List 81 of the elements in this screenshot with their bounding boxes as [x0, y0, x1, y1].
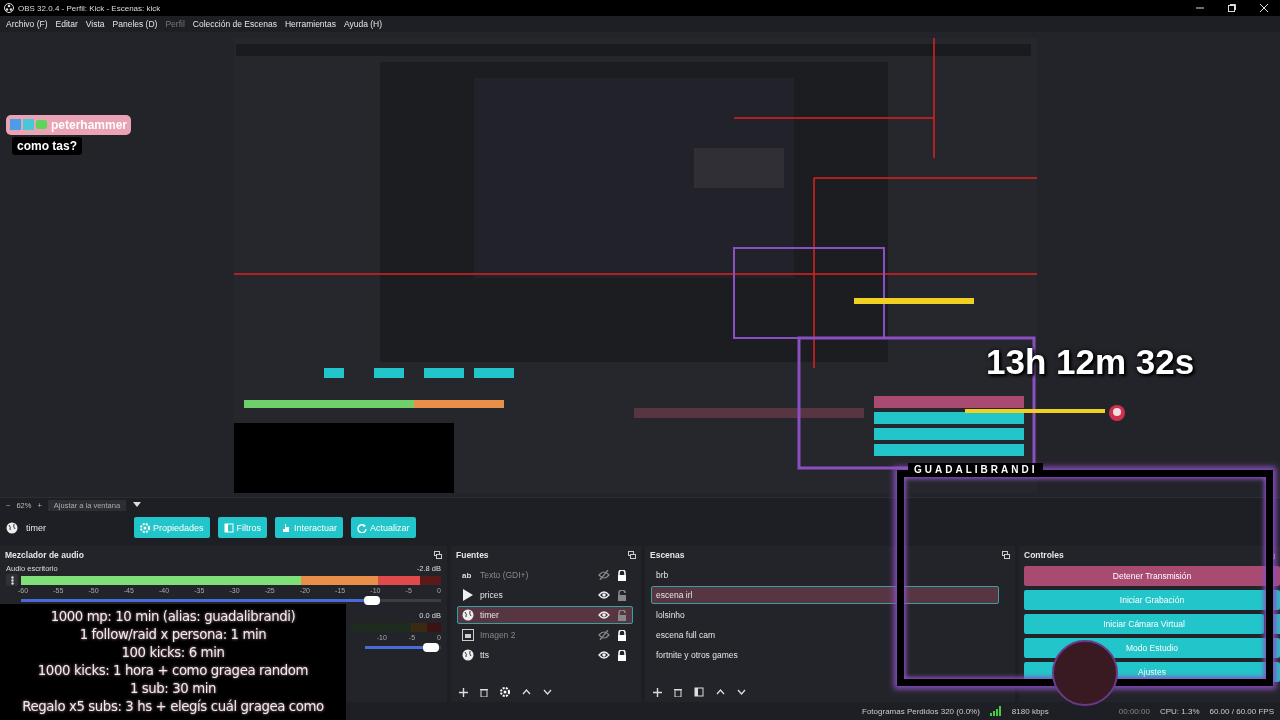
hand-icon: [281, 522, 292, 533]
undock-icon[interactable]: [434, 551, 442, 559]
overlay-text-line: 1000 mp: 10 min (alias: guadalibrandi): [50, 608, 296, 626]
recording-time: 00:00:00: [1118, 706, 1150, 716]
chevron-up-icon[interactable]: [716, 689, 725, 695]
trash-icon[interactable]: [674, 687, 682, 697]
panel-title: Mezclador de audio: [5, 550, 84, 560]
menu-item[interactable]: Vista: [81, 19, 109, 29]
panel-title: Fuentes: [456, 550, 489, 560]
maximize-icon: [1227, 3, 1237, 13]
add-icon[interactable]: [459, 687, 468, 697]
window-title: OBS 32.0.4 - Perfil: Kick - Escenas: kick: [18, 3, 161, 13]
undock-icon[interactable]: [628, 551, 636, 559]
chevron-up-icon[interactable]: [522, 689, 531, 695]
source-item[interactable]: ab Texto (GDI+): [457, 566, 633, 584]
lock-icon[interactable]: [616, 629, 628, 641]
globe-icon: [462, 649, 474, 661]
webcam-label: GUADALIBRANDI: [908, 463, 1044, 476]
selected-source-name: timer: [26, 522, 47, 533]
dots-icon: [10, 575, 14, 585]
panel-title: Escenas: [650, 550, 685, 560]
badge-icons: [10, 119, 48, 131]
eye-slash-icon[interactable]: [598, 630, 610, 640]
gear-icon: [140, 522, 150, 533]
image-icon: [462, 629, 474, 641]
cpu-usage: CPU: 1.3%: [1159, 706, 1200, 716]
scene-item[interactable]: fortnite y otros games: [651, 646, 999, 664]
undock-icon[interactable]: [1002, 551, 1010, 559]
eye-slash-icon[interactable]: [598, 570, 610, 580]
lock-icon[interactable]: [616, 569, 628, 581]
eye-icon[interactable]: [598, 610, 610, 620]
overlay-text-line: 100 kicks: 6 min: [121, 644, 225, 662]
fps-counter: 60.00 / 60.00 FPS: [1209, 706, 1274, 716]
source-item[interactable]: tts: [457, 646, 633, 664]
unlock-icon[interactable]: [616, 609, 628, 621]
gear-icon[interactable]: [500, 687, 510, 697]
filter-icon: [223, 522, 234, 533]
overlay-text-line: Regalo x5 subs: 3 hs + elegís cuál gragea como: [22, 698, 324, 716]
overlay-text-line: 1 follow/raid x persona: 1 min: [79, 626, 267, 644]
chat-message: como tas?: [12, 137, 82, 155]
globe-icon: [462, 609, 474, 621]
scene-item[interactable]: brb: [651, 566, 999, 584]
menu-item[interactable]: Archivo (F): [2, 19, 52, 29]
panel-title: Controles: [1024, 550, 1064, 560]
source-item[interactable]: Imagen 2: [457, 626, 633, 644]
slider-thumb[interactable]: [364, 595, 381, 605]
menu-item[interactable]: Editar: [51, 19, 82, 29]
scene-item[interactable]: lolsinho: [651, 606, 999, 624]
control-button[interactable]: Detener Transmisión: [1024, 566, 1280, 586]
menu-item[interactable]: Herramientas: [280, 19, 340, 29]
globe-icon: [6, 521, 18, 534]
source-item[interactable]: prices: [457, 586, 633, 604]
dropped-frames: Fotogramas Perdidos 320 (0.0%): [862, 706, 980, 716]
scene-item[interactable]: escena irl: [651, 586, 999, 604]
play-icon: [462, 589, 474, 601]
menu-item[interactable]: Paneles (D): [108, 19, 162, 29]
signal-icon: [989, 706, 1002, 716]
lock-icon[interactable]: [616, 649, 628, 661]
filter-icon[interactable]: [694, 687, 704, 697]
source-item[interactable]: timer: [457, 606, 633, 624]
menu-button[interactable]: [6, 574, 18, 586]
unlock-icon[interactable]: [616, 589, 628, 601]
text-source-icon: ab: [462, 570, 474, 580]
slider-thumb[interactable]: [423, 642, 440, 652]
chevron-down-icon[interactable]: [543, 689, 552, 695]
obs-logo-icon: [4, 3, 14, 13]
bitrate: 8180 kbps: [1011, 706, 1049, 716]
menu-item[interactable]: Colección de Escenas: [188, 19, 281, 29]
eye-icon[interactable]: [598, 590, 610, 600]
caret-icon[interactable]: [132, 501, 143, 509]
close-icon: [1259, 3, 1269, 13]
eye-icon[interactable]: [598, 650, 610, 660]
overlay-text-line: 1000 kicks: 1 hora + como gragea random: [37, 662, 309, 680]
add-icon[interactable]: [653, 687, 662, 697]
menu-item[interactable]: Ayuda (H): [339, 19, 387, 29]
refresh-icon: [357, 522, 368, 533]
chat-username: peterhammer: [51, 118, 128, 132]
trash-icon[interactable]: [480, 687, 488, 697]
overlay-text-line: 1 sub: 30 min: [129, 680, 217, 698]
scene-item[interactable]: escena full cam: [651, 626, 999, 644]
chevron-down-icon[interactable]: [737, 689, 746, 695]
